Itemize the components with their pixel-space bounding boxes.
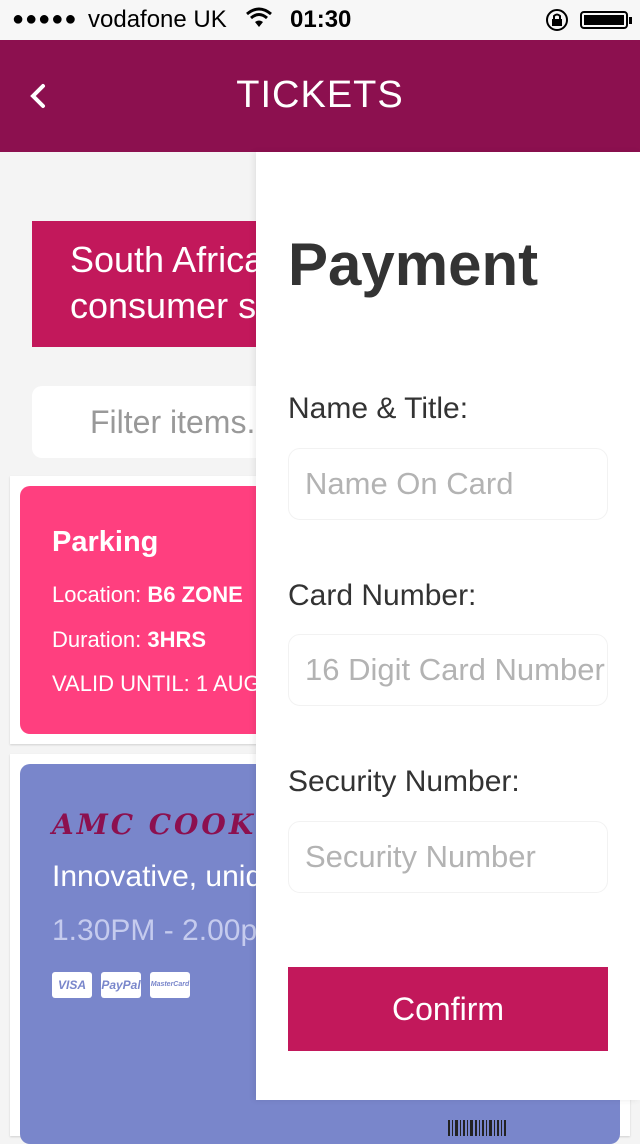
name-on-card-input[interactable] bbox=[288, 448, 608, 520]
payment-title: Payment bbox=[288, 231, 539, 298]
filter-input[interactable]: Filter items... bbox=[32, 386, 292, 458]
name-label: Name & Title: bbox=[288, 392, 469, 425]
confirm-button[interactable]: Confirm bbox=[288, 967, 608, 1051]
battery-icon bbox=[580, 11, 632, 29]
card-number-input[interactable] bbox=[288, 634, 608, 706]
paypal-icon: PayPal bbox=[101, 972, 141, 998]
ticket-title: Parking bbox=[52, 526, 159, 558]
status-time: 01:30 bbox=[290, 6, 352, 33]
ticket-time: 1.30PM - 2.00pm bbox=[52, 914, 283, 947]
barcode-icon bbox=[448, 1120, 538, 1136]
ticket-valid-until: VALID UNTIL: 1 AUG bbox=[52, 671, 261, 696]
duration-value: 3HRS bbox=[147, 627, 207, 652]
ticket-duration: Duration: 3HRS bbox=[52, 627, 206, 653]
payment-panel: Payment Name & Title: Card Number: Secur… bbox=[256, 152, 640, 1100]
security-number-input[interactable] bbox=[288, 821, 608, 893]
status-bar: ●●●●● vodafone UK 01:30 bbox=[0, 0, 640, 40]
page-title: TICKETS bbox=[236, 74, 404, 116]
signal-strength-icon: ●●●●● bbox=[12, 8, 78, 30]
location-label: Location: bbox=[52, 582, 148, 607]
card-number-label: Card Number: bbox=[288, 579, 477, 612]
duration-label: Duration: bbox=[52, 627, 148, 652]
ticket-location: Location: B6 ZONE bbox=[52, 582, 243, 608]
location-value: B6 ZONE bbox=[147, 582, 243, 607]
app-header: TICKETS bbox=[0, 40, 640, 152]
orientation-lock-icon bbox=[544, 7, 570, 40]
wifi-icon bbox=[246, 7, 272, 36]
security-number-label: Security Number: bbox=[288, 765, 520, 798]
mastercard-icon: MasterCard bbox=[150, 972, 190, 998]
carrier-name: vodafone UK bbox=[88, 6, 227, 33]
visa-icon: VISA bbox=[52, 972, 92, 998]
